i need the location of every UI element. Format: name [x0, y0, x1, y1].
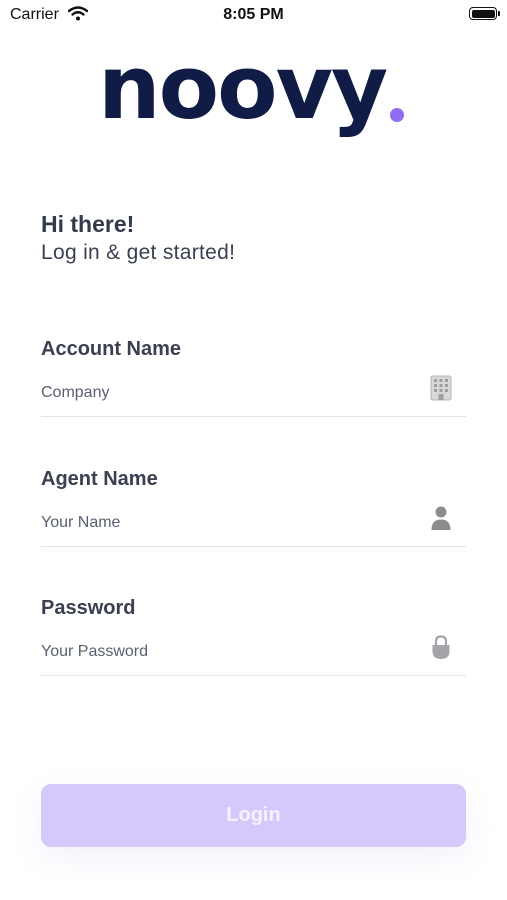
logo-wordmark: noovy — [98, 36, 388, 139]
agent-name-field: Agent Name — [41, 468, 466, 547]
agent-name-input-row — [41, 506, 466, 547]
password-input[interactable] — [41, 637, 411, 667]
agent-name-label: Agent Name — [41, 468, 158, 490]
password-field: Password — [41, 597, 466, 676]
password-label: Password — [41, 597, 136, 619]
lock-icon — [428, 632, 454, 660]
logo-dot — [390, 108, 404, 122]
battery-icon — [469, 7, 500, 20]
account-name-input[interactable] — [41, 378, 411, 408]
login-button[interactable]: Login — [41, 784, 466, 847]
password-input-row — [41, 635, 466, 676]
greeting-title: Hi there! — [41, 211, 135, 237]
account-name-label: Account Name — [41, 338, 182, 360]
brand-logo: noovy — [98, 44, 418, 142]
person-icon — [428, 503, 454, 531]
building-icon — [428, 373, 454, 401]
account-name-input-row — [41, 375, 466, 417]
account-name-field: Account Name — [41, 338, 466, 417]
greeting: Hi there! Log in & get started! — [41, 210, 235, 267]
clock: 8:05 PM — [223, 6, 284, 23]
status-bar: Carrier 8:05 PM — [0, 0, 507, 32]
agent-name-input[interactable] — [41, 508, 411, 538]
greeting-subtitle: Log in & get started! — [41, 241, 236, 264]
